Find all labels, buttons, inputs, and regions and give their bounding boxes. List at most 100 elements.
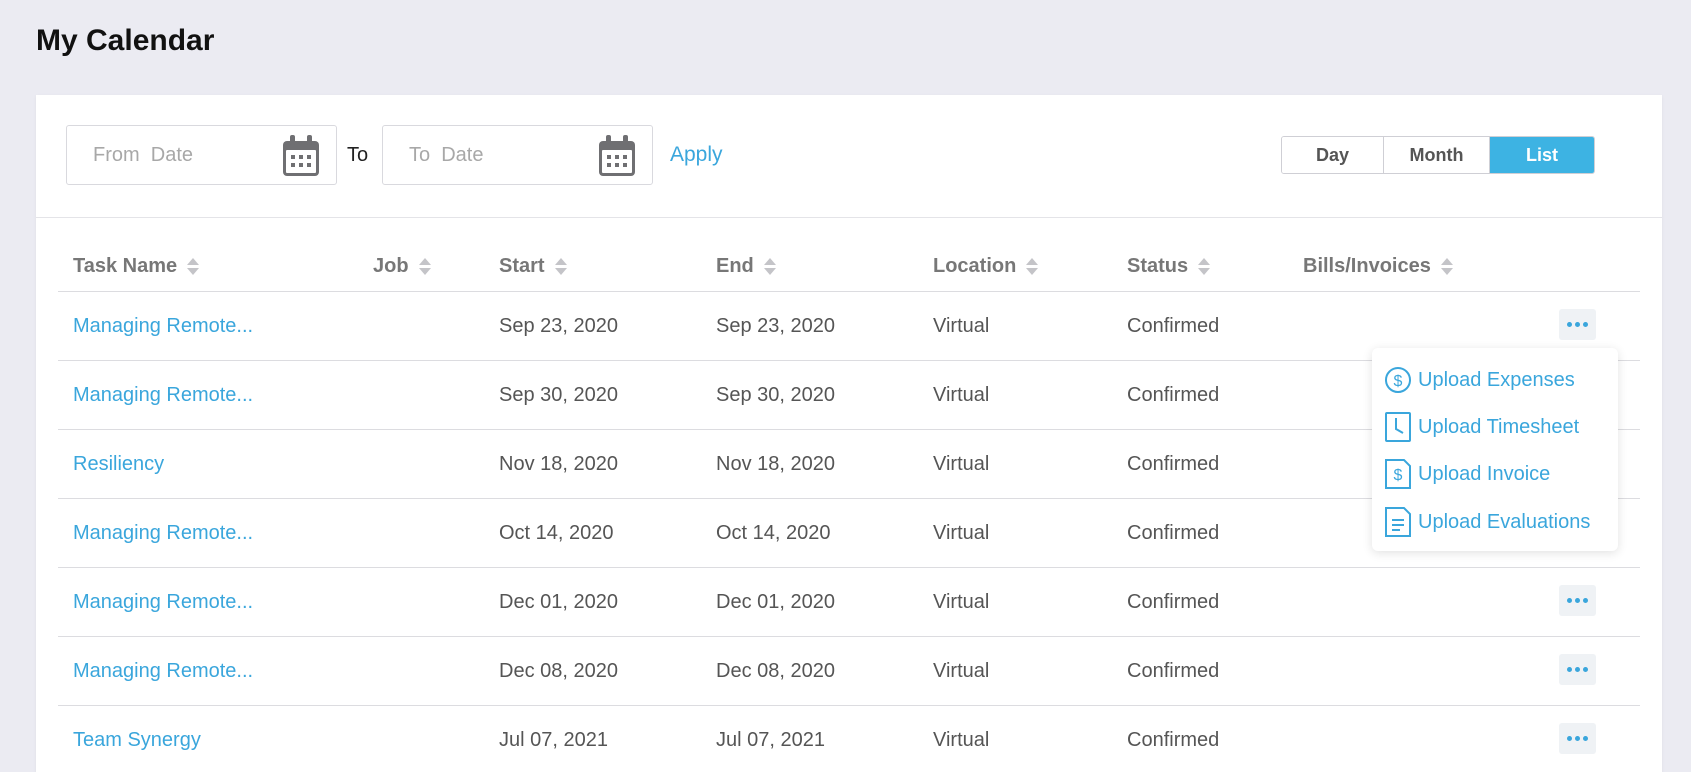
upload-timesheet-item[interactable]: Upload Timesheet: [1384, 410, 1579, 444]
column-label: Location: [933, 255, 1017, 277]
column-header-job[interactable]: Job: [373, 255, 431, 278]
from-date-field[interactable]: [66, 125, 337, 185]
upload-evaluations-item[interactable]: Upload Evaluations: [1384, 505, 1590, 539]
sort-icon[interactable]: [187, 257, 200, 277]
task-name-link[interactable]: Managing Remote...: [73, 660, 253, 683]
location-cell: Virtual: [933, 384, 990, 406]
column-header-location[interactable]: Location: [933, 255, 1039, 278]
end-date-cell: Sep 30, 2020: [716, 384, 835, 406]
apply-link[interactable]: Apply: [670, 143, 723, 167]
svg-text:$: $: [1394, 373, 1403, 390]
location-cell: Virtual: [933, 729, 990, 751]
location-cell: Virtual: [933, 591, 990, 613]
more-dot-icon: [1583, 598, 1588, 603]
task-name-link[interactable]: Managing Remote...: [73, 522, 253, 545]
more-dot-icon: [1575, 736, 1580, 741]
task-name-link[interactable]: Managing Remote...: [73, 591, 253, 614]
more-dot-icon: [1567, 322, 1572, 327]
menu-item-label: Upload Invoice: [1418, 462, 1551, 485]
row-actions-button[interactable]: [1559, 723, 1596, 754]
calendar-icon[interactable]: [282, 135, 320, 177]
more-dot-icon: [1567, 667, 1572, 672]
svg-text:$: $: [1394, 467, 1403, 484]
row-actions-button[interactable]: [1559, 654, 1596, 685]
invoice-icon: $: [1385, 459, 1411, 489]
status-cell: Confirmed: [1127, 522, 1220, 544]
more-dot-icon: [1583, 736, 1588, 741]
row-actions-button[interactable]: [1559, 309, 1596, 340]
start-date-cell: Oct 14, 2020: [499, 522, 614, 544]
more-dot-icon: [1575, 322, 1580, 327]
column-header-status[interactable]: Status: [1127, 255, 1211, 278]
column-label: Bills/Invoices: [1303, 255, 1431, 277]
start-date-cell: Dec 01, 2020: [499, 591, 618, 613]
more-dot-icon: [1583, 667, 1588, 672]
more-dot-icon: [1575, 667, 1580, 672]
more-dot-icon: [1567, 598, 1572, 603]
upload-expenses-item[interactable]: $ Upload Expenses: [1384, 363, 1575, 397]
table-row: Managing Remote... Dec 01, 2020 Dec 01, …: [58, 568, 1640, 637]
status-cell: Confirmed: [1127, 384, 1220, 406]
column-label: End: [716, 255, 754, 277]
upload-invoice-item[interactable]: $ Upload Invoice: [1384, 457, 1550, 491]
sort-icon[interactable]: [763, 257, 776, 277]
column-header-bills-invoices[interactable]: Bills/Invoices: [1303, 255, 1453, 278]
menu-item-label: Upload Evaluations: [1418, 510, 1591, 533]
table-header: Task Name Job Start End Location Status …: [58, 218, 1640, 292]
location-cell: Virtual: [933, 522, 990, 544]
location-cell: Virtual: [933, 315, 990, 337]
sort-icon[interactable]: [1026, 257, 1039, 277]
menu-item-label: Upload Timesheet: [1418, 415, 1580, 438]
calendar-icon[interactable]: [598, 135, 636, 177]
end-date-cell: Oct 14, 2020: [716, 522, 831, 544]
sort-icon[interactable]: [554, 257, 567, 277]
sort-icon[interactable]: [418, 257, 431, 277]
status-cell: Confirmed: [1127, 729, 1220, 751]
page-title: My Calendar: [36, 24, 215, 57]
end-date-cell: Jul 07, 2021: [716, 729, 825, 751]
sort-icon[interactable]: [1440, 257, 1453, 277]
start-date-cell: Sep 23, 2020: [499, 315, 618, 337]
location-cell: Virtual: [933, 453, 990, 475]
from-date-input[interactable]: [93, 142, 273, 168]
end-date-cell: Sep 23, 2020: [716, 315, 835, 337]
more-dot-icon: [1575, 598, 1580, 603]
location-cell: Virtual: [933, 660, 990, 682]
to-label: To: [347, 144, 369, 166]
to-date-input[interactable]: [409, 142, 589, 168]
column-header-start[interactable]: Start: [499, 255, 567, 278]
column-label: Start: [499, 255, 545, 277]
list-view-button[interactable]: List: [1490, 137, 1594, 173]
start-date-cell: Sep 30, 2020: [499, 384, 618, 406]
column-label: Task Name: [73, 255, 178, 277]
row-actions-menu: $ Upload Expenses Upload Timesheet $ Upl…: [1372, 348, 1618, 551]
task-name-link[interactable]: Managing Remote...: [73, 384, 253, 407]
month-view-button[interactable]: Month: [1384, 137, 1490, 173]
status-cell: Confirmed: [1127, 591, 1220, 613]
sort-icon[interactable]: [1198, 257, 1211, 277]
table-row: Team Synergy Jul 07, 2021 Jul 07, 2021 V…: [58, 706, 1640, 772]
end-date-cell: Dec 01, 2020: [716, 591, 835, 613]
end-date-cell: Nov 18, 2020: [716, 453, 835, 475]
column-header-end[interactable]: End: [716, 255, 776, 278]
task-name-link[interactable]: Resiliency: [73, 453, 164, 476]
end-date-cell: Dec 08, 2020: [716, 660, 835, 682]
to-date-field[interactable]: [382, 125, 653, 185]
menu-item-label: Upload Expenses: [1418, 368, 1575, 391]
day-view-button[interactable]: Day: [1282, 137, 1384, 173]
column-header-task-name[interactable]: Task Name: [73, 255, 200, 278]
start-date-cell: Dec 08, 2020: [499, 660, 618, 682]
view-toggle: Day Month List: [1281, 136, 1595, 174]
row-actions-button[interactable]: [1559, 585, 1596, 616]
status-cell: Confirmed: [1127, 453, 1220, 475]
filter-bar: To Apply Day Month List: [36, 95, 1662, 218]
start-date-cell: Jul 07, 2021: [499, 729, 608, 751]
table-row: Managing Remote... Dec 08, 2020 Dec 08, …: [58, 637, 1640, 706]
evaluation-document-icon: [1385, 507, 1411, 537]
task-name-link[interactable]: Managing Remote...: [73, 315, 253, 338]
status-cell: Confirmed: [1127, 315, 1220, 337]
timesheet-icon: [1385, 412, 1411, 442]
column-label: Status: [1127, 255, 1189, 277]
task-name-link[interactable]: Team Synergy: [73, 729, 201, 752]
dollar-circle-icon: $: [1385, 367, 1411, 393]
